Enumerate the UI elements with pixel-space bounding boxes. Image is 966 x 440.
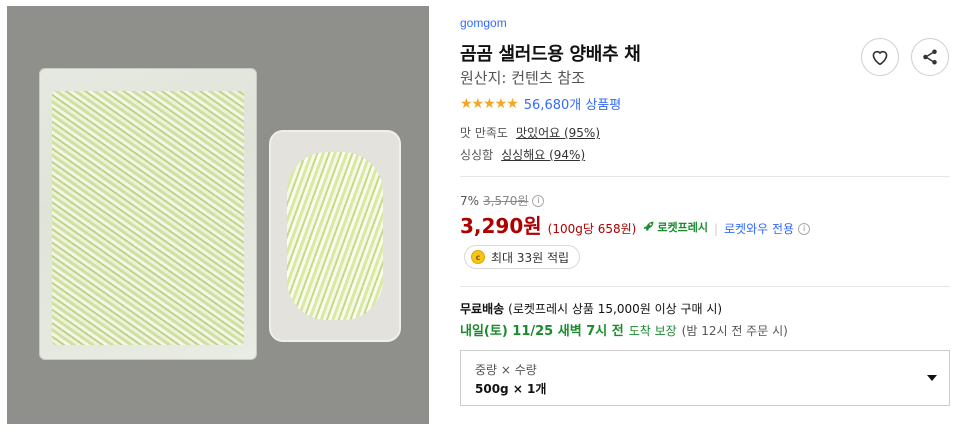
product-title: 곰곰 샐러드용 양배추 채 [460,44,641,65]
order-cutoff: (밤 12시 전 주문 시) [681,324,788,338]
free-shipping-label: 무료배송 [460,302,505,316]
discount-row: 7% 3,570원 i [460,192,545,209]
taste-value[interactable]: 맛있어요 (95%) [516,124,600,141]
taste-label: 맛 만족도 [460,126,508,140]
chevron-down-icon [927,375,937,381]
rating-stars: ★★★★★ [460,95,519,112]
rating-row[interactable]: ★★★★★ 56,680개 상품평 [460,94,621,114]
delivery-date: 내일(토) 11/25 새벽 7시 전 [460,324,624,339]
brand-link[interactable]: gomgom [460,16,507,30]
delivery-guarantee: 도착 보장 [628,324,677,338]
review-count-link[interactable]: 56,680개 상품평 [524,94,621,113]
divider [460,176,950,177]
freshness-label: 싱싱함 [460,148,494,162]
discount-rate: 7% [460,193,480,208]
price-row: 3,290원 (100g당 658원) 로켓프레시 | 로켓와우 전용 i [460,210,811,239]
info-icon[interactable]: i [798,222,811,235]
info-icon[interactable]: i [532,194,545,207]
shipping-condition-text: (로켓프레시 상품 15,000원 이상 구매 시) [508,302,723,316]
original-price: 3,570원 [483,194,529,208]
share-button[interactable] [911,38,949,76]
coin-icon: c [471,250,485,264]
product-info-panel: gomgom 곰곰 샐러드용 양배추 채 원산지: 컨텐츠 참조 ★★★★★ 5… [460,0,960,440]
product-image[interactable] [7,6,429,424]
freshness-value[interactable]: 싱싱해요 (94%) [501,146,585,163]
rocket-wow-text: 로켓와우 전용 [724,222,795,236]
delivery-estimate: 내일(토) 11/25 새벽 7시 전 도착 보장 (밤 12시 전 주문 시) [460,320,788,339]
unit-price: (100g당 658원) [547,222,637,236]
option-value: 500g × 1개 [475,382,547,396]
cabbage-bag-image [39,68,257,360]
option-label: 중량 × 수량 [475,363,537,377]
reward-points-badge: c 최대 33원 적립 [464,245,581,269]
wishlist-button[interactable] [861,38,899,76]
freshness-survey: 싱싱함 싱싱해요 (94%) [460,146,585,163]
shipping-condition: 무료배송 (로켓프레시 상품 15,000원 이상 구매 시) [460,300,722,317]
product-origin: 원산지: 컨텐츠 참조 [460,69,585,87]
rocket-fresh-badge: 로켓프레시 [642,219,708,235]
shredded-cabbage [52,91,244,345]
option-select[interactable]: 중량 × 수량 500g × 1개 [460,350,950,406]
separator: | [713,222,719,236]
sale-price: 3,290원 [460,214,542,238]
divider [460,286,950,287]
rocket-fresh-label: 로켓프레시 [657,220,708,234]
taste-survey: 맛 만족도 맛있어요 (95%) [460,124,600,141]
reward-points-text: 최대 33원 적립 [491,250,570,265]
rocket-wow-label[interactable]: 로켓와우 전용 i [724,220,811,237]
plate-image [269,130,401,342]
rocket-icon [643,221,654,231]
share-icon [923,49,937,65]
plated-cabbage [287,152,383,320]
heart-icon [872,50,888,66]
